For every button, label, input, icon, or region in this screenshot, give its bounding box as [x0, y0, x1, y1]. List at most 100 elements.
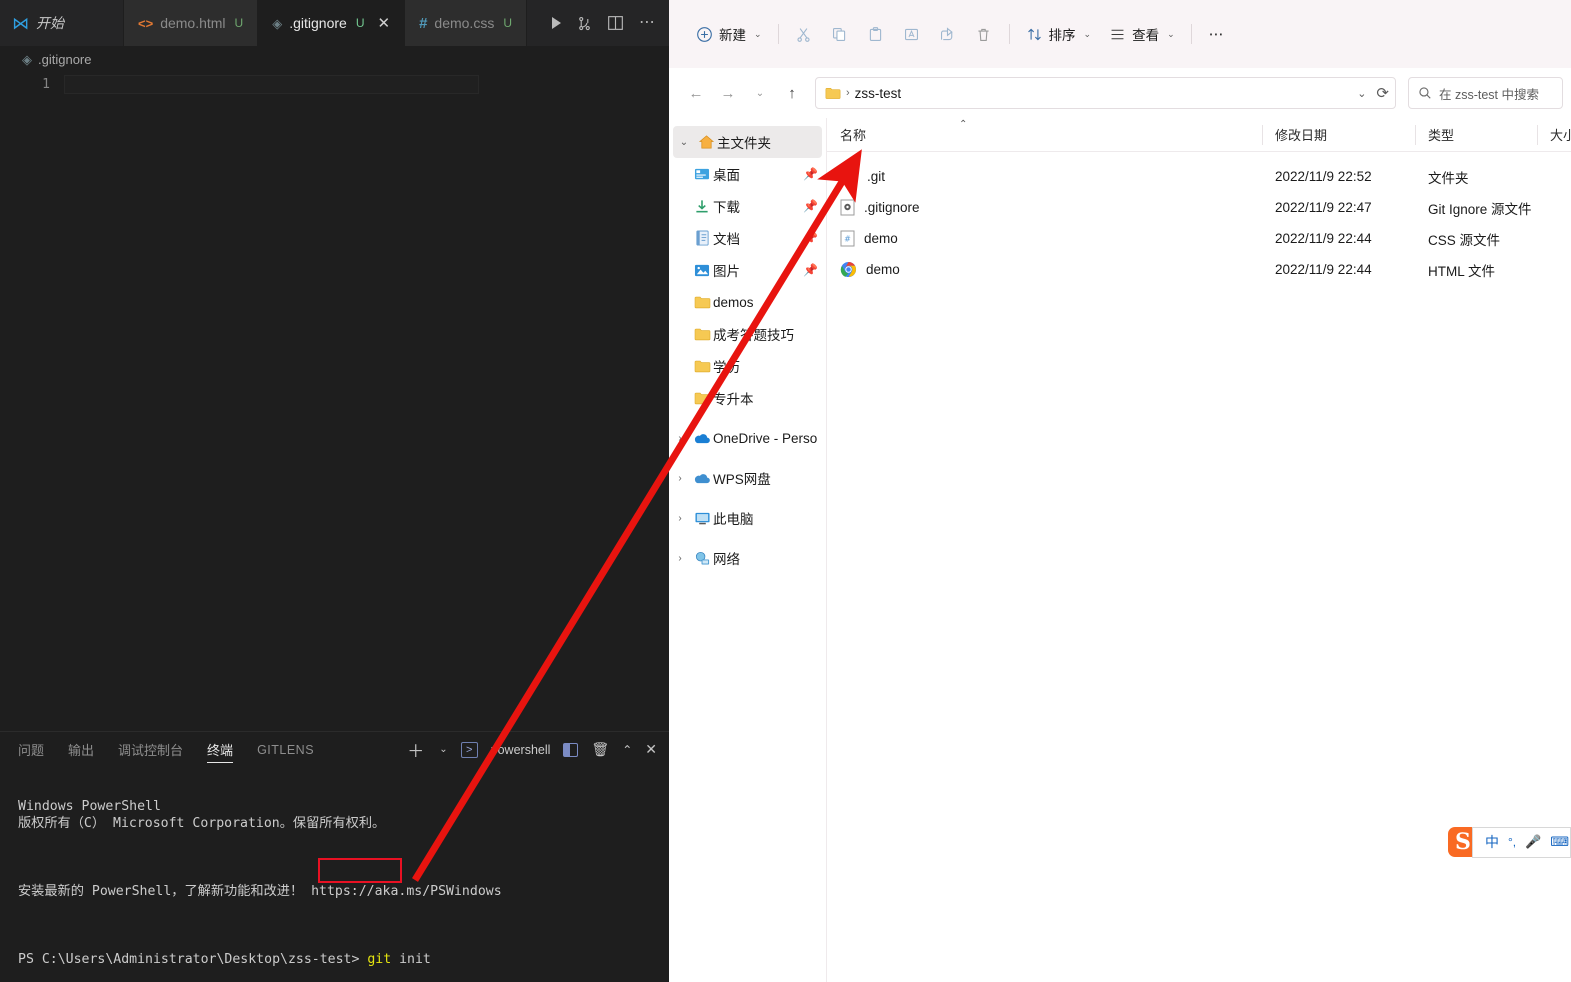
- close-icon[interactable]: ✕: [377, 16, 390, 31]
- terminal-name[interactable]: powershell: [491, 743, 551, 757]
- nav-label: OneDrive - Persor: [713, 430, 818, 446]
- nav-item-downloads[interactable]: 下载 📌: [669, 190, 826, 222]
- file-type: 文件夹: [1428, 170, 1469, 186]
- this-pc-icon: [691, 511, 713, 526]
- panel-tab-gitlens[interactable]: GITLENS: [257, 732, 314, 767]
- ime-mode-label[interactable]: 中: [1485, 832, 1499, 852]
- chevron-down-icon[interactable]: ⌄: [673, 137, 695, 148]
- chevron-right-icon[interactable]: ›: [669, 473, 691, 484]
- refresh-icon[interactable]: ⟳: [1376, 84, 1389, 102]
- search-box[interactable]: 在 zss-test 中搜索: [1408, 77, 1563, 109]
- tab-demo-css[interactable]: # demo.css U: [405, 0, 527, 46]
- navigation-pane: ⌄ 主文件夹 桌面 📌 下载 📌 文档 📌 图片 📌 demos 成考答题技巧 …: [669, 118, 827, 982]
- recent-locations-button[interactable]: ⌄: [745, 78, 775, 108]
- nav-item-documents[interactable]: 文档 📌: [669, 222, 826, 254]
- column-header-date[interactable]: 修改日期: [1262, 118, 1415, 152]
- nav-item-exam-skills[interactable]: 成考答题技巧: [669, 318, 826, 350]
- table-row[interactable]: .git 2022/11/9 22:52 文件夹: [827, 161, 1571, 192]
- nav-label: 桌面: [713, 168, 740, 183]
- up-button[interactable]: ↑: [777, 78, 807, 108]
- chevron-down-icon[interactable]: ⌄: [1357, 87, 1366, 100]
- tab-demo-html[interactable]: <> demo.html U: [124, 0, 259, 46]
- breadcrumb-folder: zss-test: [854, 85, 902, 101]
- new-terminal-icon[interactable]: ＋: [407, 737, 424, 762]
- source-control-icon[interactable]: [577, 16, 592, 31]
- more-button[interactable]: ⋯: [1199, 18, 1235, 50]
- ime-toolbar[interactable]: S 中 °, 🎤 ⌨: [1448, 822, 1571, 862]
- editor-area[interactable]: 1: [0, 75, 669, 735]
- nav-item-onedrive[interactable]: › OneDrive - Persor: [669, 422, 826, 454]
- panel-tab-problems[interactable]: 问题: [18, 732, 44, 767]
- view-button[interactable]: 查看 ⌄: [1100, 18, 1184, 50]
- pin-icon[interactable]: 📌: [803, 167, 818, 181]
- git-file-icon: ◈: [22, 51, 32, 67]
- nav-item-desktop[interactable]: 桌面 📌: [669, 158, 826, 190]
- tab-status-badge: U: [234, 16, 244, 30]
- kill-terminal-icon[interactable]: 🗑: [591, 741, 609, 758]
- nav-label: 此电脑: [713, 512, 754, 527]
- sort-icon: [1027, 28, 1041, 40]
- editor-tab-bar: ⋈ 开始 <> demo.html U ◈ .gitignore U ✕ # d…: [0, 0, 669, 47]
- forward-button[interactable]: →: [713, 78, 743, 108]
- close-panel-icon[interactable]: ✕: [645, 741, 657, 758]
- microphone-icon[interactable]: 🎤: [1525, 834, 1541, 850]
- split-editor-icon[interactable]: [608, 16, 623, 30]
- rename-button[interactable]: [894, 18, 930, 50]
- terminal-line: Windows PowerShell: [18, 799, 161, 814]
- nav-item-upgrade[interactable]: 专升本: [669, 382, 826, 414]
- column-header-type[interactable]: 类型: [1415, 118, 1537, 152]
- terminal-output[interactable]: Windows PowerShell 版权所有（C） Microsoft Cor…: [0, 767, 669, 982]
- terminal-prompt-line: PS C:\Users\Administrator\Desktop\zss-te…: [18, 951, 669, 968]
- column-header-name[interactable]: 名称 ⌃: [827, 118, 1262, 152]
- collapse-panel-icon[interactable]: ⌃: [622, 743, 632, 757]
- column-header-size[interactable]: 大小: [1537, 118, 1571, 152]
- address-bar[interactable]: › zss-test ⌄ ⟳: [815, 77, 1396, 109]
- run-icon[interactable]: [552, 17, 561, 29]
- panel-tab-output[interactable]: 输出: [68, 732, 94, 767]
- breadcrumb[interactable]: › zss-test: [825, 86, 901, 101]
- back-button[interactable]: ←: [681, 78, 711, 108]
- chevron-right-icon[interactable]: ›: [669, 553, 691, 564]
- new-label: 新建: [719, 28, 746, 43]
- tab-gitignore[interactable]: ◈ .gitignore U ✕: [258, 0, 406, 46]
- copy-button[interactable]: [822, 18, 858, 50]
- file-date: 2022/11/9 22:44: [1275, 262, 1372, 277]
- panel-tab-terminal[interactable]: 终端: [207, 732, 234, 767]
- nav-item-pictures[interactable]: 图片 📌: [669, 254, 826, 286]
- keyboard-icon[interactable]: ⌨: [1550, 834, 1569, 850]
- nav-item-wps-cloud[interactable]: › WPS网盘: [669, 462, 826, 494]
- sort-button[interactable]: 排序 ⌄: [1017, 18, 1101, 50]
- delete-button[interactable]: [966, 18, 1002, 50]
- paste-button[interactable]: [858, 18, 894, 50]
- table-row[interactable]: # demo 2022/11/9 22:44 CSS 源文件 1 KB: [827, 223, 1571, 254]
- share-button[interactable]: [930, 18, 966, 50]
- table-row[interactable]: .gitignore 2022/11/9 22:47 Git Ignore 源文…: [827, 192, 1571, 223]
- pin-icon[interactable]: 📌: [803, 263, 818, 277]
- folder-icon: [691, 359, 713, 373]
- more-actions-icon[interactable]: ⋯: [639, 15, 655, 31]
- nav-item-education[interactable]: 学历: [669, 350, 826, 382]
- punctuation-icon[interactable]: °,: [1508, 835, 1516, 849]
- file-explorer-window: 新建 ⌄ 排序 ⌄ 查看 ⌄ ⋯ ← → ⌄ ↑ › zss-test ⌄ ⟳ …: [669, 0, 1571, 982]
- breadcrumb[interactable]: ◈ .gitignore: [0, 47, 669, 71]
- table-row[interactable]: demo 2022/11/9 22:44 HTML 文件 1 KB: [827, 254, 1571, 285]
- column-label: 名称: [840, 128, 867, 143]
- current-line-highlight[interactable]: [64, 75, 479, 94]
- ime-items: 中 °, 🎤 ⌨: [1472, 826, 1571, 858]
- panel-tab-debug-console[interactable]: 调试控制台: [118, 732, 183, 767]
- pin-icon[interactable]: 📌: [803, 199, 818, 213]
- nav-item-network[interactable]: › 网络: [669, 542, 826, 574]
- nav-item-home[interactable]: ⌄ 主文件夹: [673, 126, 822, 158]
- chevron-right-icon[interactable]: ›: [669, 433, 691, 444]
- new-button[interactable]: 新建 ⌄: [687, 18, 771, 50]
- tab-start[interactable]: ⋈ 开始: [0, 0, 124, 46]
- home-icon: [695, 134, 717, 150]
- nav-item-this-pc[interactable]: › 此电脑: [669, 502, 826, 534]
- cut-button[interactable]: [786, 18, 822, 50]
- chevron-right-icon[interactable]: ›: [669, 513, 691, 524]
- nav-item-demos[interactable]: demos: [669, 286, 826, 318]
- terminal-dropdown-icon[interactable]: ⌄: [439, 744, 447, 755]
- split-terminal-icon[interactable]: [563, 742, 579, 757]
- git-file-icon: ◈: [272, 15, 283, 31]
- pin-icon[interactable]: 📌: [803, 231, 818, 245]
